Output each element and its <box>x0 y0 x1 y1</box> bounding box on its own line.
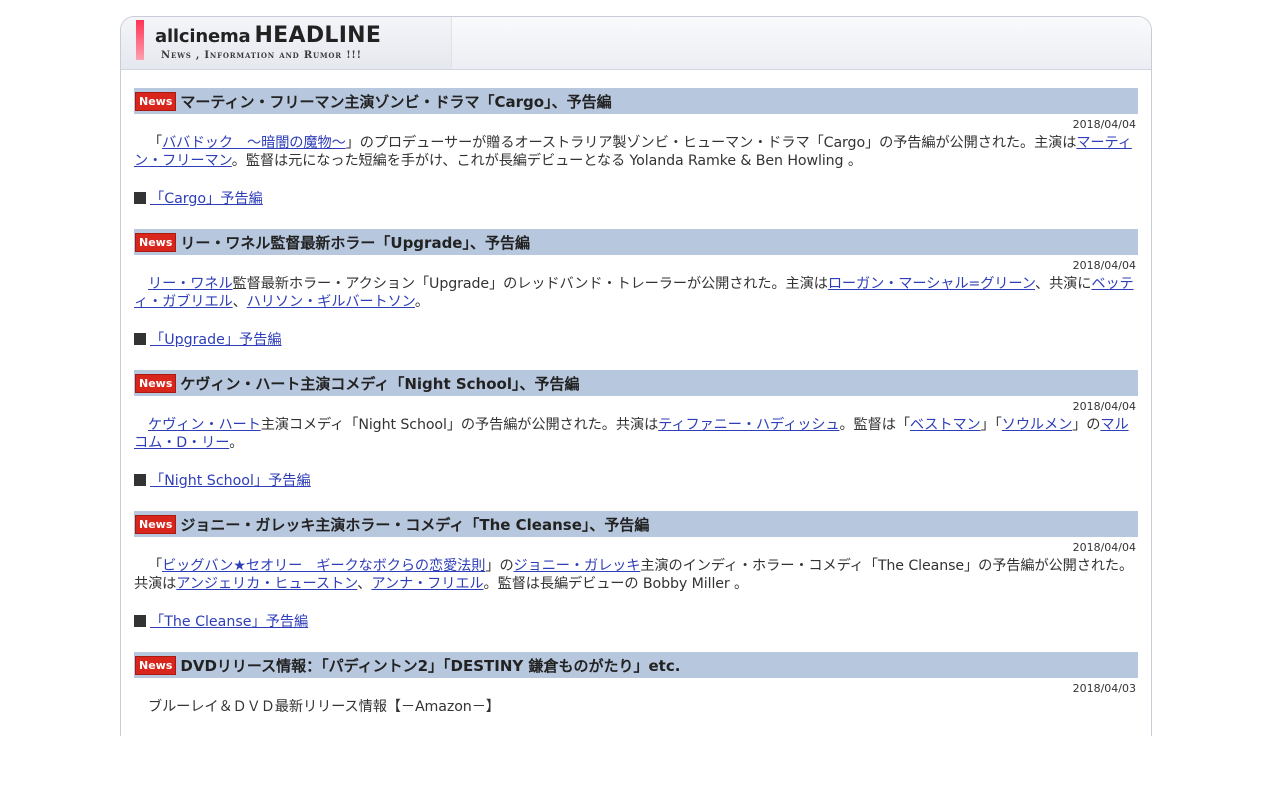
trailer-line: 「Cargo」予告編 <box>134 188 1138 208</box>
body-text-segment: 」の <box>485 558 514 574</box>
article-body: 「ババドック ～暗闇の魔物～」のプロデューサーが贈るオーストラリア製ゾンビ・ヒュ… <box>134 134 1138 170</box>
headline-bar: News マーティン・フリーマン主演ゾンビ・ドラマ「Cargo」、予告編 <box>134 88 1138 114</box>
body-text-segment: 、共演に <box>1035 276 1092 292</box>
body-link[interactable]: ローガン・マーシャル=グリーン <box>828 276 1035 292</box>
article-date: 2018/04/04 <box>1072 259 1136 272</box>
body-link[interactable]: ハリソン・ギルバートソン <box>247 294 415 310</box>
trailer-line: 「Night School」予告編 <box>134 470 1138 490</box>
article-body: ブルーレイ＆ＤＶＤ最新リリース情報【－Amazon－】 <box>134 698 1138 716</box>
body-text-segment: 。 <box>414 294 430 310</box>
body-link[interactable]: ビッグバン★セオリー ギークなボクらの恋愛法則 <box>162 558 485 574</box>
body-text-segment: 。監督は長編デビューの Bobby Miller 。 <box>483 576 749 592</box>
body-link[interactable]: ベストマン <box>910 417 981 433</box>
headline-title[interactable]: ケヴィン・ハート主演コメディ「Night School」、予告編 <box>180 373 579 394</box>
body-text-segment: 「 <box>148 558 163 574</box>
news-article: News リー・ワネル監督最新ホラー「Upgrade」、予告編 2018/04/04… <box>134 229 1138 370</box>
banner-accent-stripe <box>136 20 144 60</box>
article-body: 「ビッグバン★セオリー ギークなボクらの恋愛法則」のジョニー・ガレッキ主演のイン… <box>134 557 1138 593</box>
article-date: 2018/04/04 <box>1072 541 1136 554</box>
article-body: ケヴィン・ハート主演コメディ「Night School」の予告編が公開された。共… <box>134 416 1138 452</box>
headline-bar: News ケヴィン・ハート主演コメディ「Night School」、予告編 <box>134 370 1138 396</box>
square-bullet-icon <box>134 192 146 204</box>
trailer-link[interactable]: 「Night School」予告編 <box>150 473 311 489</box>
news-badge: News <box>135 232 177 252</box>
body-text-segment: 」のプロデューサーが贈るオーストラリア製ゾンビ・ヒューマン・ドラマ「Cargo」… <box>345 135 1077 151</box>
body-link[interactable]: アンナ・フリエル <box>371 576 483 592</box>
article-date: 2018/04/03 <box>1072 682 1136 695</box>
headline-frame: allcinema HEADLINE News , Information and… <box>120 16 1152 736</box>
square-bullet-icon <box>134 474 146 486</box>
banner-tagline: News , Information and Rumor !!! <box>161 50 362 61</box>
body-link[interactable]: ケヴィン・ハート <box>148 417 261 433</box>
headline-title[interactable]: リー・ワネル監督最新ホラー「Upgrade」、予告編 <box>180 232 530 253</box>
headline-title[interactable]: マーティン・フリーマン主演ゾンビ・ドラマ「Cargo」、予告編 <box>180 91 611 112</box>
body-text-segment: 」「 <box>980 417 1002 433</box>
headline-bar: News ジョニー・ガレッキ主演ホラー・コメディ「The Cleanse」、予告編 <box>134 511 1138 537</box>
body-link[interactable]: ソウルメン <box>1002 417 1073 433</box>
article-date: 2018/04/04 <box>1072 400 1136 413</box>
news-article: News DVDリリース情報：「パディントン2」「DESTINY 鎌倉ものがたり」… <box>134 652 1138 793</box>
news-badge: News <box>135 514 177 534</box>
trailer-line: 「The Cleanse」予告編 <box>134 611 1138 631</box>
logo-headline: HEADLINE <box>254 23 382 48</box>
body-text-segment: ブルーレイ＆ＤＶＤ最新リリース情報【－Amazon－】 <box>148 699 500 715</box>
body-text-segment: 。 <box>229 435 244 451</box>
body-text-segment: 、 <box>357 576 372 592</box>
headline-bar: News DVDリリース情報：「パディントン2」「DESTINY 鎌倉ものがたり」… <box>134 652 1138 678</box>
body-text-segment: 監督最新ホラー・アクション「Upgrade」のレッドバンド・トレーラーが公開され… <box>232 276 828 292</box>
body-link[interactable]: リー・ワネル <box>148 276 233 292</box>
news-badge: News <box>135 91 177 111</box>
trailer-link[interactable]: 「Upgrade」予告編 <box>150 332 282 348</box>
body-link[interactable]: ババドック ～暗闇の魔物～ <box>162 135 346 151</box>
article-body: リー・ワネル監督最新ホラー・アクション「Upgrade」のレッドバンド・トレーラ… <box>134 275 1138 311</box>
news-badge: News <box>135 373 177 393</box>
body-text-segment: 「 <box>148 135 163 151</box>
square-bullet-icon <box>134 333 146 345</box>
news-article: News マーティン・フリーマン主演ゾンビ・ドラマ「Cargo」、予告編 2018/… <box>134 88 1138 229</box>
logo-allcinema: allcinema <box>155 26 251 47</box>
site-logo[interactable]: allcinema HEADLINE <box>155 23 381 48</box>
news-list: News マーティン・フリーマン主演ゾンビ・ドラマ「Cargo」、予告編 2018/… <box>134 88 1138 793</box>
trailer-link[interactable]: 「Cargo」予告編 <box>150 191 263 207</box>
body-text-segment: 。監督は「 <box>839 417 910 433</box>
trailer-line: 「Upgrade」予告編 <box>134 329 1138 349</box>
body-link[interactable]: ティファニー・ハディッシュ <box>658 417 839 433</box>
trailer-link[interactable]: 「The Cleanse」予告編 <box>150 614 308 630</box>
news-article: News ジョニー・ガレッキ主演ホラー・コメディ「The Cleanse」、予告編… <box>134 511 1138 652</box>
body-text-segment: 、 <box>232 294 247 310</box>
square-bullet-icon <box>134 615 146 627</box>
headline-title[interactable]: DVDリリース情報：「パディントン2」「DESTINY 鎌倉ものがたり」etc. <box>180 655 680 676</box>
body-text-segment: 」の <box>1072 417 1101 433</box>
news-badge: News <box>135 655 177 675</box>
body-link[interactable]: アンジェリカ・ヒューストン <box>176 576 357 592</box>
headline-title[interactable]: ジョニー・ガレッキ主演ホラー・コメディ「The Cleanse」、予告編 <box>180 514 649 535</box>
body-text-segment: 主演コメディ「Night School」の予告編が公開された。共演は <box>260 417 659 433</box>
body-text-segment: 。監督は元になった短編を手がけ、これが長編デビューとなる Yolanda Ram… <box>231 153 862 169</box>
headline-bar: News リー・ワネル監督最新ホラー「Upgrade」、予告編 <box>134 229 1138 255</box>
headline-banner: allcinema HEADLINE News , Information and… <box>121 17 1151 70</box>
article-date: 2018/04/04 <box>1072 118 1136 131</box>
news-article: News ケヴィン・ハート主演コメディ「Night School」、予告編 2018… <box>134 370 1138 511</box>
banner-right-panel <box>451 17 1151 69</box>
body-link[interactable]: ジョニー・ガレッキ <box>514 558 641 574</box>
